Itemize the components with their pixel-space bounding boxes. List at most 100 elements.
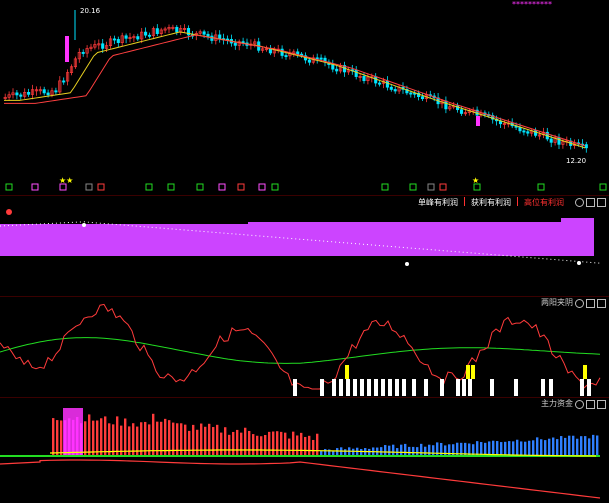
fund-bar [412,446,415,456]
star-icon: ★ [472,176,479,185]
fund-flow-panel[interactable]: 主力资金 [0,398,609,503]
circle-icon[interactable] [575,299,584,308]
signal-label-0: 单峰有利润 [418,198,458,207]
candle-body [557,137,561,145]
fund-bar [544,440,547,456]
red-trend-line [0,459,601,499]
fund-bar [552,437,555,456]
fund-bar [388,445,391,456]
white-bar [412,379,416,396]
spike-candle [65,36,69,62]
oscillator-panel[interactable]: 两阳夹阴 [0,297,609,397]
fund-bar [448,444,451,456]
fund-bar [440,442,443,456]
fund-bar [260,436,263,456]
fund-bar [200,423,203,456]
fund-bar [408,446,411,456]
fund-panel-icons [575,400,606,409]
location-pin-icon [6,209,12,215]
fund-bar [592,434,595,456]
fund-bar [508,441,511,456]
candle-body [206,33,210,37]
candle-body [362,75,366,82]
signal-panel[interactable]: 单峰有利润 获利有利润 高位有利润 [0,196,609,296]
signal-box [381,183,389,191]
candle-body [15,92,19,96]
fund-bar [284,432,287,456]
signal-box [439,183,447,191]
white-bar [514,379,518,396]
candle-body [393,89,397,92]
white-bar [468,379,472,396]
circle-icon[interactable] [575,198,584,207]
signal-box [409,183,417,191]
signal-box [31,183,39,191]
candle-body [27,92,31,95]
low-price-label: 12.20 [566,157,587,165]
gear-icon[interactable] [586,198,595,207]
signal-box [5,183,13,191]
fund-bar [268,431,271,456]
close-icon[interactable] [597,198,606,207]
gear-icon[interactable] [586,400,595,409]
fund-bar [204,426,207,456]
candle-body [409,92,413,95]
candle-body [420,96,425,100]
high-price-label: 20.16 [80,7,101,15]
circle-icon[interactable] [575,400,584,409]
candlestick-chart[interactable]: ★★ ★ [0,0,609,195]
close-icon[interactable] [597,299,606,308]
signal-box [145,183,153,191]
fund-flow-chart[interactable] [0,398,609,503]
fund-bar [528,440,531,456]
candle-body [335,68,339,72]
fund-bar [360,448,363,456]
white-bar [402,379,406,396]
fund-bar [512,441,515,456]
osc-panel-icons [575,299,606,308]
candle-body [518,126,522,132]
fund-bar [556,439,559,456]
white-bar [580,379,584,396]
white-bar [320,379,324,396]
fund-bar [276,431,279,456]
white-bar [388,379,392,396]
close-icon[interactable] [597,400,606,409]
fund-bar [232,431,235,456]
signal-area-chart[interactable] [0,196,609,296]
purple-band [561,218,594,256]
fund-bar [288,438,291,456]
fund-bar [400,444,403,456]
candle-body [296,51,300,55]
price-panel[interactable]: ★★ ★ ********** 20.16 12.20 [0,0,609,195]
fund-bar [524,441,527,456]
candle-body [522,130,526,133]
candle-body [19,94,23,97]
fund-bar [436,442,439,456]
white-bar [381,379,385,396]
white-bar [541,379,545,396]
fund-bar [220,432,223,456]
fund-bar [496,441,499,456]
fund-bar [212,427,215,456]
gear-icon[interactable] [586,299,595,308]
signal-box [258,183,266,191]
fund-flow-title: 主力资金 [541,399,573,408]
fund-bar [500,442,503,456]
fund-bar [180,423,183,456]
oscillator-chart[interactable] [0,297,609,397]
white-bar [549,379,553,396]
candle-body [459,109,464,114]
candle-body [331,64,335,70]
fund-bar [296,435,299,456]
fund-bar [404,443,407,456]
signal-box [427,183,435,191]
white-bar [587,379,591,396]
fund-bar [568,435,571,456]
fund-bar [100,418,103,456]
candle-body [319,57,323,60]
fund-bar [588,438,591,456]
curve-dot [405,262,409,266]
fund-bar [184,424,187,456]
fund-bar [264,434,267,456]
